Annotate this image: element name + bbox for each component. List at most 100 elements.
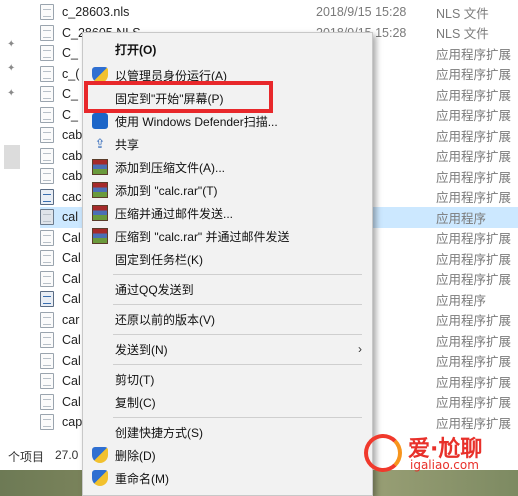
app-icon (40, 188, 54, 205)
file-name: cal (62, 210, 78, 225)
file-icon (40, 24, 54, 41)
pin-icon[interactable]: ✦ (7, 64, 17, 74)
menu-item-label: 创建快捷方式(S) (115, 425, 203, 440)
menu-item-open[interactable]: 打开(O) (83, 38, 372, 60)
file-name: Cal (62, 394, 81, 409)
file-name: Cal (62, 374, 81, 389)
highlight-annotation-box (84, 81, 273, 113)
file-icon (40, 373, 54, 390)
file-type: 应用程序扩展 (436, 68, 512, 83)
file-name: c_28603.nls (62, 5, 130, 20)
pin-icon[interactable]: ✦ (7, 40, 17, 50)
menu-separator (113, 304, 362, 305)
menu-item-add-to-archive[interactable]: 添加到压缩文件(A)... (83, 156, 372, 178)
logo-icon (364, 434, 402, 472)
navigation-pane: ✦ ✦ ✦ (0, 0, 26, 448)
menu-item-rename[interactable]: 重命名(M) (83, 467, 372, 489)
item-count-label: 个项目 (8, 450, 45, 464)
file-date: 2018/9/15 15:28 (316, 5, 407, 20)
file-icon (40, 229, 54, 246)
share-icon: ⇪ (94, 136, 106, 151)
menu-item-label: 重命名(M) (115, 471, 169, 486)
menu-item-add-to-rar[interactable]: 添加到 "calc.rar"(T) (83, 179, 372, 201)
watermark-logo: 爱·尬聊 igaliao.com (362, 428, 518, 476)
file-row[interactable]: c_28603.nls 2018/9/15 15:28 NLS 文件 (40, 2, 518, 23)
file-icon (40, 393, 54, 410)
file-name: Cal (62, 353, 81, 368)
file-icon (40, 414, 54, 431)
file-type: 应用程序扩展 (436, 109, 512, 124)
file-name: C_ (62, 87, 78, 102)
file-icon (40, 250, 54, 267)
file-type: 应用程序扩展 (436, 150, 512, 165)
file-type: 应用程序扩展 (436, 191, 512, 206)
file-name: C_ (62, 46, 78, 61)
menu-item-send-qq[interactable]: 通过QQ发送到 (83, 278, 372, 300)
menu-item-label: 剪切(T) (115, 372, 155, 387)
file-icon (40, 352, 54, 369)
menu-item-label: 删除(D) (115, 448, 156, 463)
file-icon (40, 106, 54, 123)
file-name: cab (62, 148, 83, 163)
file-icon (40, 332, 54, 349)
file-type: 应用程序扩展 (436, 232, 512, 247)
menu-item-compress-rar-email[interactable]: 压缩到 "calc.rar" 并通过邮件发送 (83, 225, 372, 247)
menu-item-delete[interactable]: 删除(D) (83, 444, 372, 466)
scrollbar-thumb[interactable] (4, 145, 20, 169)
file-name: C_ (62, 107, 78, 122)
watermark-domain: igaliao.com (410, 458, 479, 472)
winrar-icon (92, 228, 108, 244)
file-type: 应用程序扩展 (436, 170, 512, 185)
menu-item-defender-scan[interactable]: 使用 Windows Defender扫描... (83, 110, 372, 132)
file-type: 应用程序扩展 (436, 88, 512, 103)
windows-defender-icon (92, 113, 108, 129)
menu-item-copy[interactable]: 复制(C) (83, 391, 372, 413)
menu-item-pin-to-taskbar[interactable]: 固定到任务栏(K) (83, 248, 372, 270)
file-name: Cal (62, 251, 81, 266)
file-icon (40, 147, 54, 164)
menu-item-label: 添加到 "calc.rar"(T) (115, 183, 218, 198)
file-name: cap (62, 415, 83, 430)
file-icon (40, 168, 54, 185)
menu-item-label: 复制(C) (115, 395, 156, 410)
file-icon (40, 270, 54, 287)
menu-item-send-to[interactable]: 发送到(N) › (83, 338, 372, 360)
menu-item-label: 打开(O) (115, 42, 157, 57)
file-type: 应用程序扩展 (436, 129, 512, 144)
file-type: NLS 文件 (436, 27, 489, 42)
file-icon (40, 86, 54, 103)
file-name: cac (62, 189, 82, 204)
menu-separator (113, 334, 362, 335)
menu-item-label: 共享 (115, 137, 140, 152)
file-name: Cal (62, 333, 81, 348)
file-name: Cal (62, 271, 81, 286)
menu-item-compress-email[interactable]: 压缩并通过邮件发送... (83, 202, 372, 224)
menu-item-create-shortcut[interactable]: 创建快捷方式(S) (83, 421, 372, 443)
menu-separator (113, 364, 362, 365)
file-name: c_( (62, 66, 80, 81)
file-type: 应用程序扩展 (436, 47, 512, 62)
menu-item-share[interactable]: ⇪ 共享 (83, 133, 372, 155)
app-icon (40, 291, 54, 308)
calc-icon (40, 209, 54, 226)
menu-item-restore-previous[interactable]: 还原以前的版本(V) (83, 308, 372, 330)
file-type: 应用程序扩展 (436, 396, 512, 411)
file-type: 应用程序 (436, 211, 487, 226)
file-icon (40, 4, 54, 21)
menu-item-cut[interactable]: 剪切(T) (83, 368, 372, 390)
uac-shield-icon (92, 470, 108, 486)
chevron-right-icon: › (358, 342, 362, 356)
menu-item-label: 发送到(N) (115, 342, 168, 357)
file-type: 应用程序扩展 (436, 273, 512, 288)
uac-shield-icon (92, 447, 108, 463)
item-count-value: 27.0 (55, 448, 79, 462)
menu-item-label: 压缩并通过邮件发送... (115, 206, 234, 221)
menu-separator (113, 274, 362, 275)
file-name: car (62, 312, 80, 327)
file-icon (40, 65, 54, 82)
winrar-icon (92, 182, 108, 198)
menu-item-label: 还原以前的版本(V) (115, 312, 215, 327)
file-type: 应用程序扩展 (436, 334, 512, 349)
menu-item-label: 添加到压缩文件(A)... (115, 160, 225, 175)
pin-icon[interactable]: ✦ (7, 89, 17, 99)
